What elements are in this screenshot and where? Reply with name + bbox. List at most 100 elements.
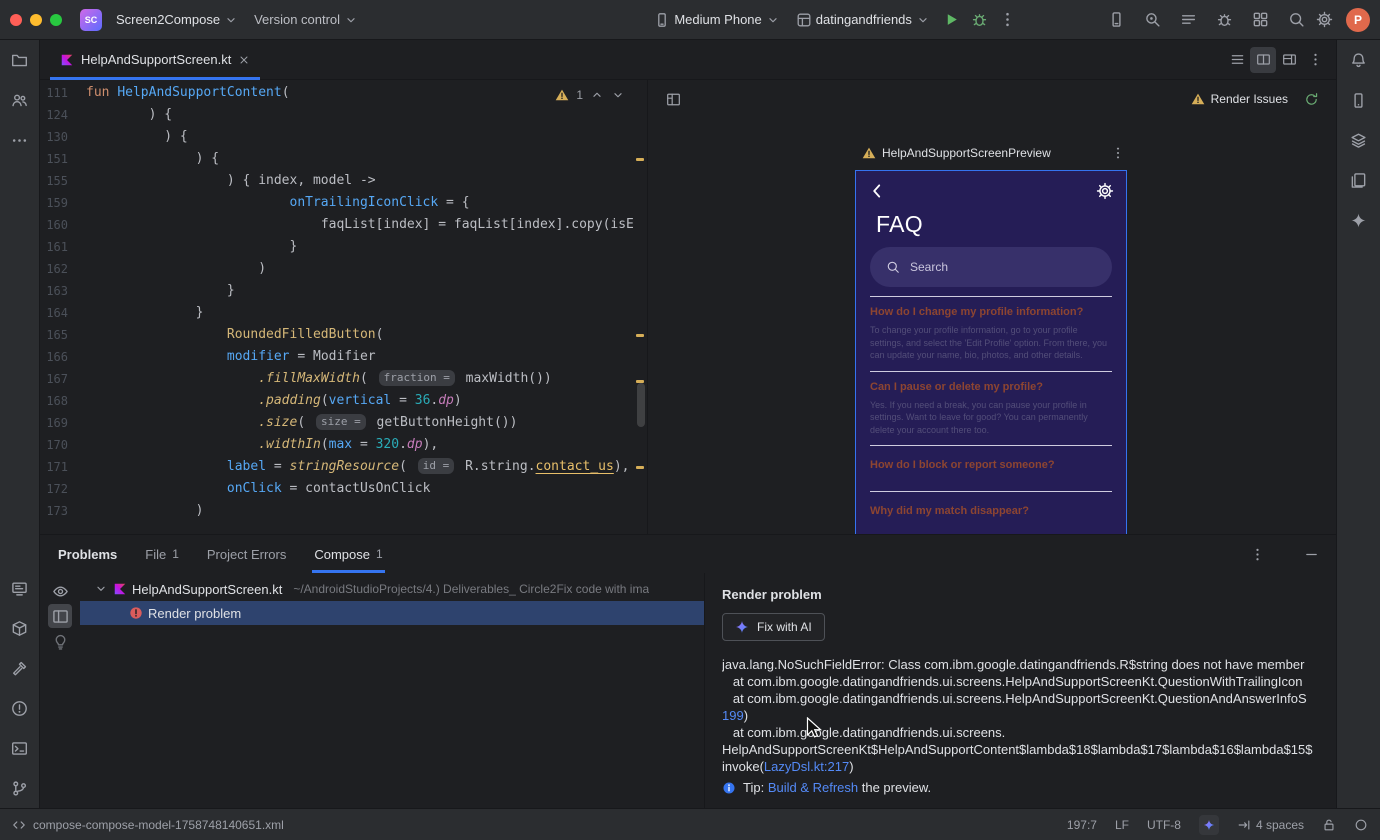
assistant-icon[interactable] [1345, 166, 1373, 194]
faq-item[interactable]: How do I block or report someone? [870, 445, 1112, 491]
app-inspection-icon[interactable] [1138, 6, 1166, 34]
code-line[interactable]: 170 .widthIn(max = 320.dp), [40, 434, 647, 456]
code-line[interactable]: 166 modifier = Modifier [40, 346, 647, 368]
faq-search-bar[interactable]: Search [870, 247, 1112, 287]
phone-preview[interactable]: FAQ Search How do I change my profile in… [855, 170, 1127, 534]
show-preview-button[interactable] [48, 604, 72, 628]
render-issues-label[interactable]: Render Issues [1211, 92, 1288, 106]
editor-more-button[interactable] [1302, 47, 1328, 73]
preview-more-button[interactable] [1111, 146, 1125, 160]
chevron-expanded-icon[interactable] [94, 582, 108, 596]
code-line[interactable]: 124 ) { [40, 104, 647, 126]
editor-scroll-stripe[interactable] [633, 80, 647, 534]
encoding-widget[interactable]: UTF-8 [1147, 818, 1181, 832]
ai-assistant-status[interactable] [1198, 814, 1219, 835]
render-problem-row[interactable]: Render problem [80, 601, 704, 625]
user-avatar[interactable]: P [1346, 7, 1370, 32]
close-tab-icon[interactable] [238, 54, 250, 66]
warning-stripe-mark[interactable] [636, 334, 644, 337]
panel-tab-project-errors[interactable]: Project Errors [207, 535, 286, 573]
code-line[interactable]: 163 } [40, 280, 647, 302]
panel-more-button[interactable] [1244, 541, 1270, 567]
fix-with-ai-button[interactable]: Fix with AI [722, 613, 825, 641]
background-tasks-widget[interactable] [1354, 818, 1368, 832]
search-everywhere-button[interactable] [1282, 6, 1310, 34]
version-control-menu[interactable]: Version control [246, 6, 366, 34]
write-access-widget[interactable] [1322, 818, 1336, 832]
panel-tab-file[interactable]: File 1 [145, 535, 179, 573]
code-line[interactable]: 162 ) [40, 258, 647, 280]
faq-item[interactable]: Why did my match disappear? [870, 491, 1112, 534]
problems-file-row[interactable]: HelpAndSupportScreen.kt ~/AndroidStudioP… [80, 577, 704, 601]
build-refresh-link[interactable]: Build & Refresh [768, 780, 858, 795]
indent-widget[interactable]: 4 spaces [1237, 818, 1304, 832]
back-icon[interactable] [868, 182, 886, 200]
previous-warning-button[interactable] [590, 88, 604, 102]
split-editor-button[interactable] [1250, 46, 1276, 73]
hide-panel-button[interactable] [1298, 541, 1324, 567]
warning-stripe-mark[interactable] [636, 466, 644, 469]
project-folder-icon[interactable] [6, 46, 34, 74]
debug-button[interactable] [966, 6, 994, 34]
stack-trace-link[interactable]: LazyDsl.kt:217 [764, 759, 849, 774]
caret-position-widget[interactable]: 197:7 [1067, 818, 1097, 832]
problems-icon[interactable] [6, 694, 34, 722]
more-actions-button[interactable] [994, 6, 1022, 34]
code-line[interactable]: 130 ) { [40, 126, 647, 148]
terminal-icon[interactable] [6, 734, 34, 762]
gemini-icon[interactable] [1345, 206, 1373, 234]
resource-manager-icon[interactable] [1246, 6, 1274, 34]
inspections-widget[interactable]: 1 [551, 86, 629, 104]
faq-item[interactable]: Can I pause or delete my profile? Yes. If… [870, 370, 1112, 446]
zoom-window-button[interactable] [50, 13, 62, 26]
app-quality-icon[interactable] [1210, 6, 1238, 34]
code-line[interactable]: 167 .fillMaxWidth( fraction = maxWidth()… [40, 368, 647, 390]
view-options-button[interactable] [48, 579, 72, 603]
code-line[interactable]: 169 .size( size = getButtonHeight()) [40, 412, 647, 434]
code-line[interactable]: 165 RoundedFilledButton( [40, 324, 647, 346]
editor-layout-button[interactable] [1276, 47, 1302, 73]
run-button[interactable] [938, 6, 966, 34]
code-line[interactable]: 151 ) { [40, 148, 647, 170]
settings-button[interactable] [1310, 6, 1338, 34]
run-configuration-selector[interactable]: datingandfriends [788, 6, 938, 34]
code-line[interactable]: 173 ) [40, 500, 647, 522]
logcat-icon[interactable] [6, 574, 34, 602]
packages-icon[interactable] [6, 614, 34, 642]
device-manager-icon[interactable] [1102, 6, 1130, 34]
event-log-icon[interactable] [1174, 6, 1202, 34]
code-line[interactable]: 160 faqList[index] = faqList[index].copy… [40, 214, 647, 236]
code-line[interactable]: 161 } [40, 236, 647, 258]
version-control-icon[interactable] [6, 774, 34, 802]
more-tool-windows-icon[interactable] [6, 126, 34, 154]
line-separator-widget[interactable]: LF [1115, 818, 1129, 832]
warning-stripe-mark[interactable] [636, 158, 644, 161]
panel-tab-compose[interactable]: Compose 1 [312, 535, 386, 573]
notifications-icon[interactable] [1345, 46, 1373, 74]
quick-fix-button[interactable] [48, 629, 72, 653]
device-explorer-icon[interactable] [1345, 126, 1373, 154]
code-line[interactable]: 164 } [40, 302, 647, 324]
code-line[interactable]: 172 onClick = contactUsOnClick [40, 478, 647, 500]
code-line[interactable]: 171 label = stringResource( id = R.strin… [40, 456, 647, 478]
gear-icon[interactable] [1096, 182, 1114, 200]
editor-tab[interactable]: HelpAndSupportScreen.kt [50, 40, 261, 80]
editor-list-button[interactable] [1224, 47, 1250, 73]
scrollbar-thumb[interactable] [637, 383, 645, 427]
panel-tab-problems[interactable]: Problems [58, 535, 117, 573]
close-window-button[interactable] [10, 13, 22, 26]
code-line[interactable]: 155 ) { index, model -> [40, 170, 647, 192]
project-selector[interactable]: Screen2Compose [108, 6, 246, 34]
refresh-preview-button[interactable] [1298, 86, 1324, 112]
running-devices-icon[interactable] [1345, 86, 1373, 114]
next-warning-button[interactable] [611, 88, 625, 102]
code-line[interactable]: 159 onTrailingIconClick = { [40, 192, 647, 214]
code-editor[interactable]: 111 fun HelpAndSupportContent(124 ) {130 … [40, 80, 648, 534]
faq-item[interactable]: How do I change my profile information? T… [870, 296, 1112, 371]
stack-trace-link[interactable]: 199 [722, 708, 744, 723]
preview-layout-button[interactable] [660, 86, 686, 112]
people-icon[interactable] [6, 86, 34, 114]
build-icon[interactable] [6, 654, 34, 682]
device-selector[interactable]: Medium Phone [646, 6, 787, 34]
code-line[interactable]: 168 .padding(vertical = 36.dp) [40, 390, 647, 412]
